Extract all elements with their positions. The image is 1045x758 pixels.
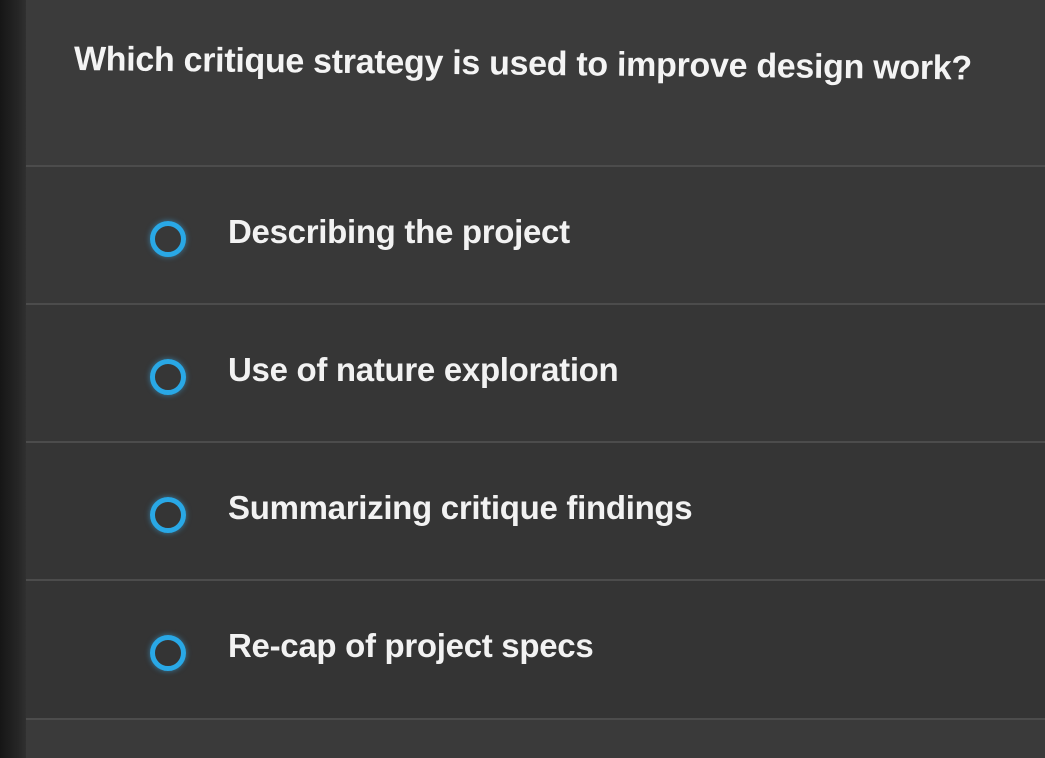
answer-option-label: Summarizing critique findings	[228, 489, 693, 526]
radio-unchecked-icon[interactable]	[150, 635, 186, 671]
question-panel: Which critique strategy is used to impro…	[26, 0, 1045, 165]
question-text: Which critique strategy is used to impro…	[73, 40, 973, 88]
answer-option-label: Use of nature exploration	[228, 351, 619, 388]
answer-options: Describing the project Use of nature exp…	[26, 165, 1045, 758]
radio-unchecked-icon[interactable]	[150, 497, 186, 533]
quiz-screen: Which critique strategy is used to impro…	[0, 0, 1045, 758]
answer-option-label: Describing the project	[228, 213, 570, 250]
answer-option-4[interactable]: Re-cap of project specs	[26, 579, 1045, 719]
screen-bezel	[0, 0, 26, 758]
answer-option-1[interactable]: Describing the project	[26, 165, 1045, 305]
answer-option-label: Re-cap of project specs	[228, 627, 594, 664]
radio-unchecked-icon[interactable]	[150, 359, 186, 395]
answer-option-2[interactable]: Use of nature exploration	[26, 303, 1045, 443]
radio-unchecked-icon[interactable]	[150, 221, 186, 257]
answer-option-3[interactable]: Summarizing critique findings	[26, 441, 1045, 581]
bottom-divider	[26, 718, 1045, 758]
